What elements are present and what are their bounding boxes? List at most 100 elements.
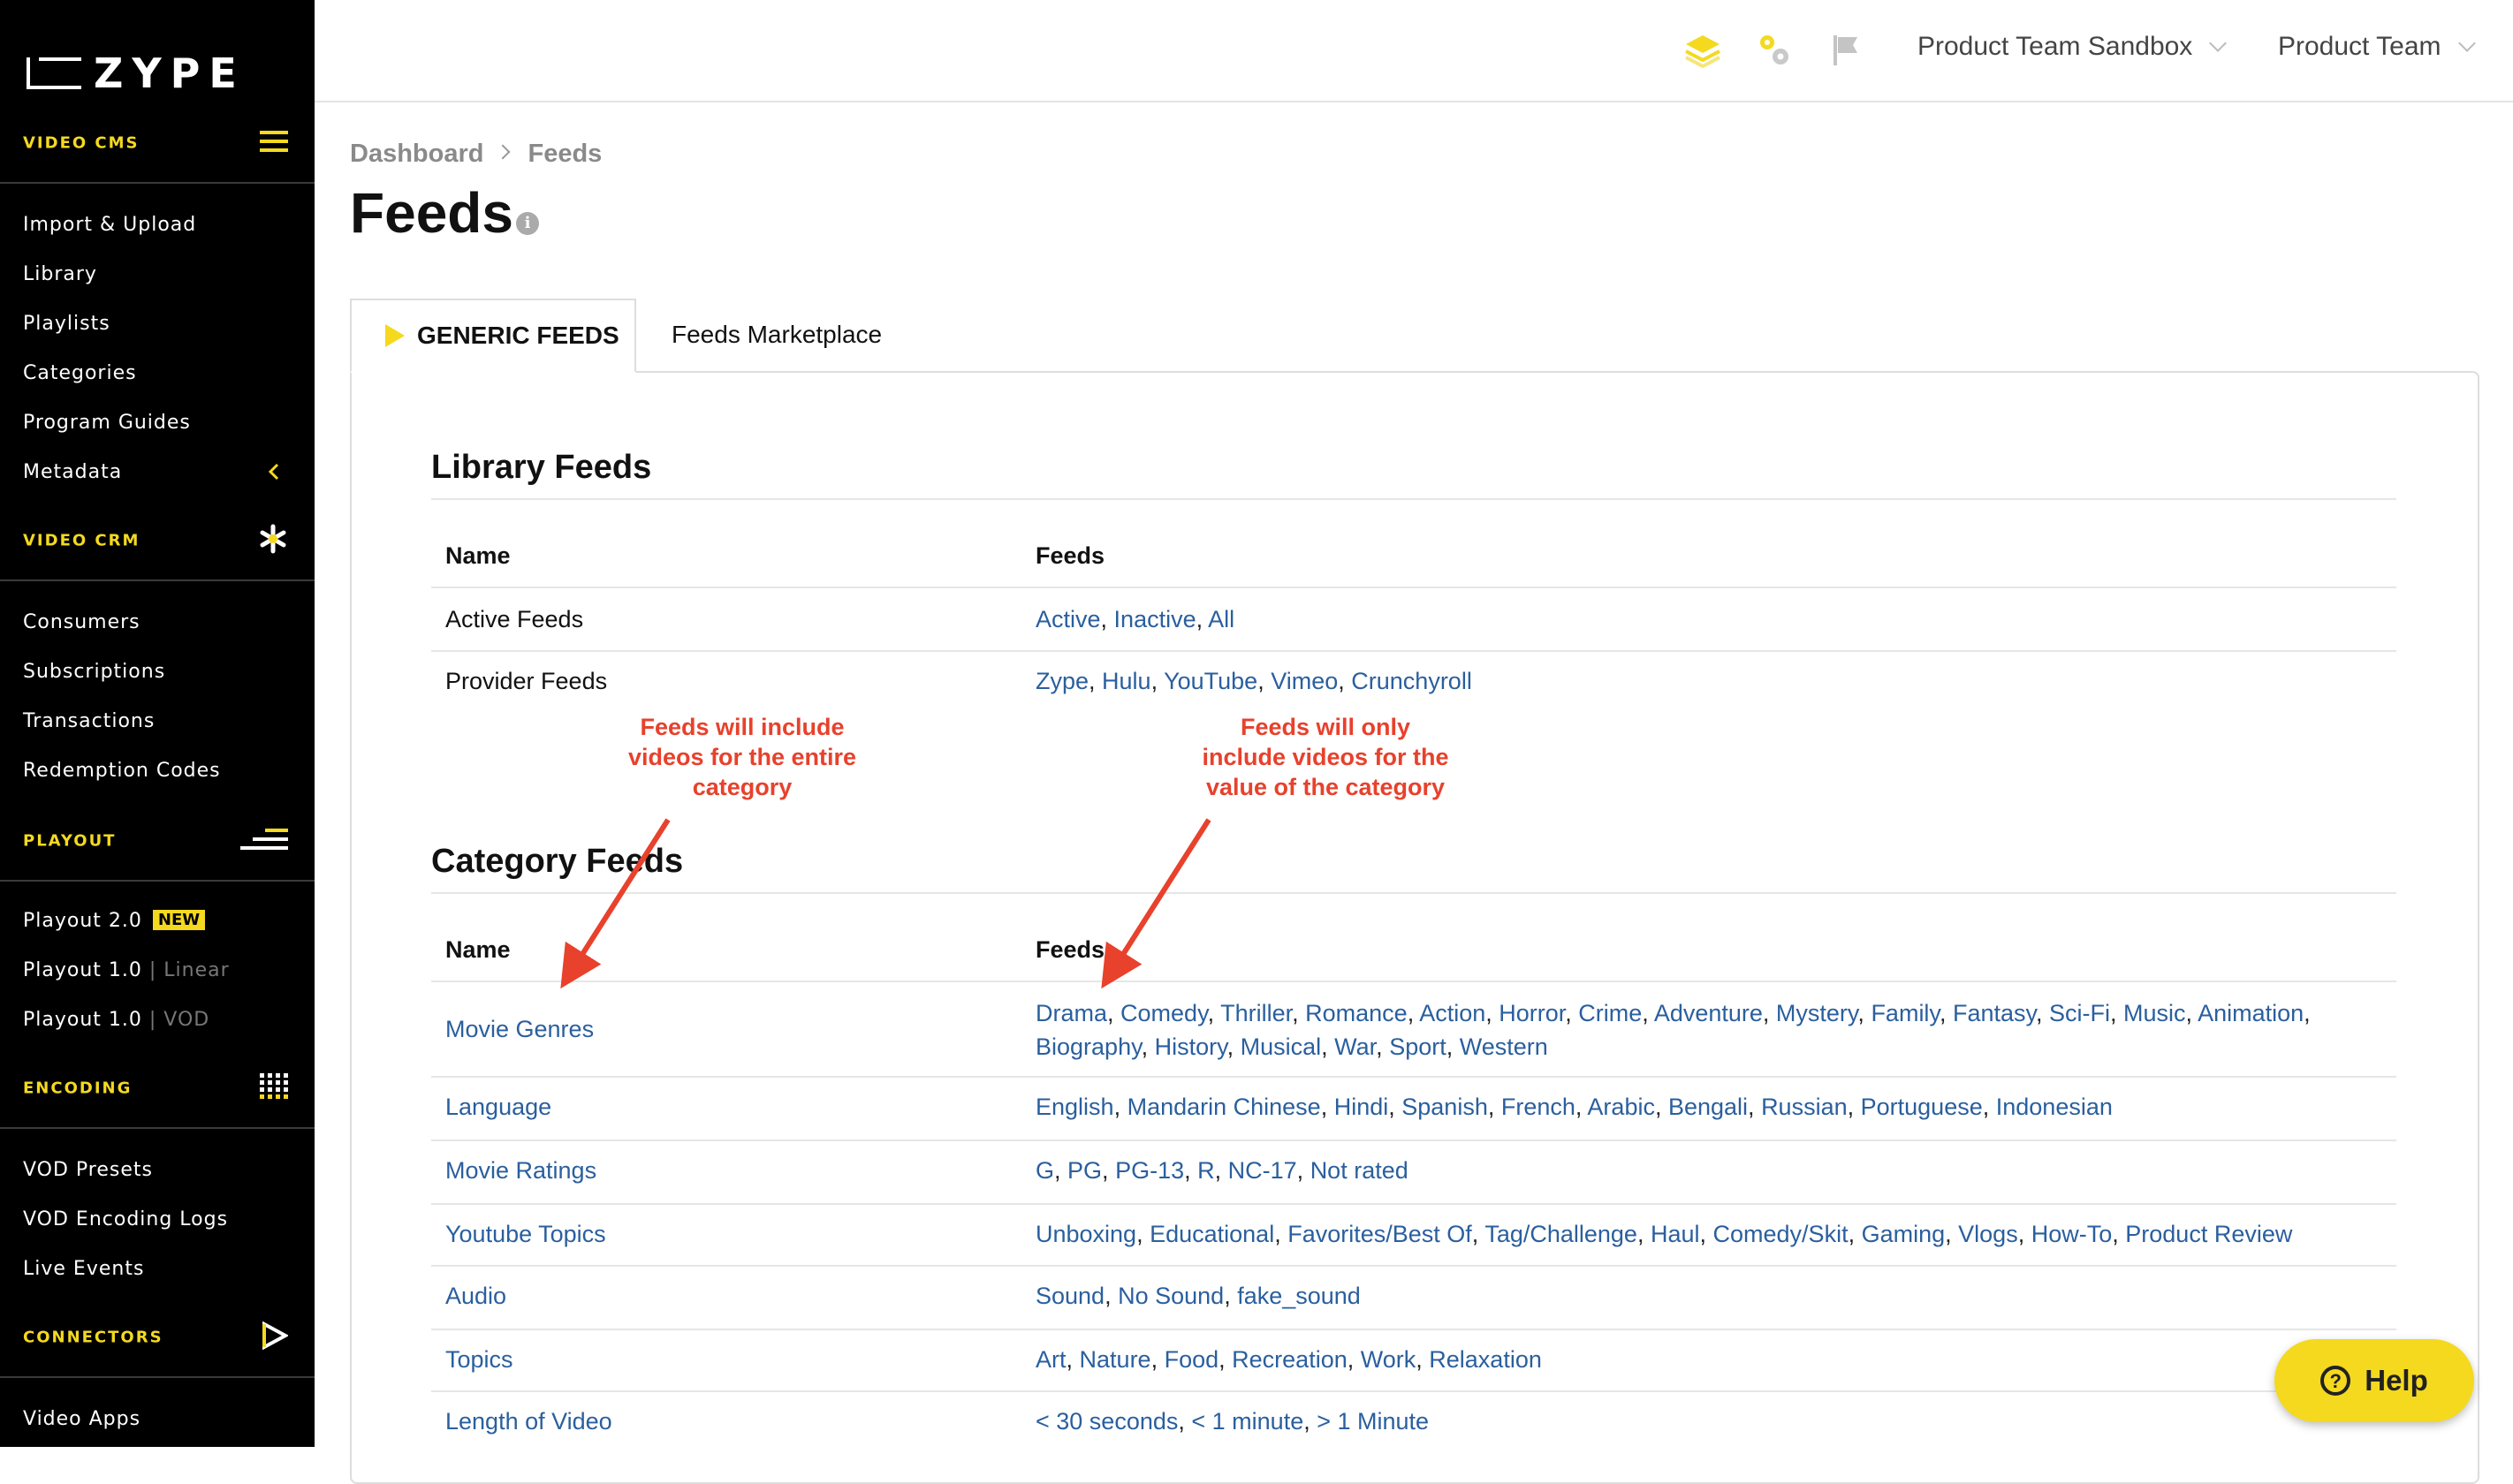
section-playout[interactable]: PLAYOUT xyxy=(0,802,315,882)
feed-link[interactable]: Romance xyxy=(1305,1000,1408,1026)
feed-link[interactable]: Hulu xyxy=(1102,668,1151,694)
feed-link[interactable]: Russian xyxy=(1761,1094,1848,1120)
sidebar-item-program-guides[interactable]: Program Guides xyxy=(23,412,191,434)
feed-link[interactable]: Favorites/Best Of xyxy=(1287,1221,1472,1247)
category-link-audio[interactable]: Audio xyxy=(445,1283,506,1310)
sidebar-item-metadata[interactable]: Metadata xyxy=(23,461,122,483)
feed-link[interactable]: Thriller xyxy=(1220,1000,1292,1026)
feed-link[interactable]: Sci-Fi xyxy=(2049,1000,2110,1026)
feed-link[interactable]: Food xyxy=(1165,1346,1219,1373)
help-button[interactable]: ? Help xyxy=(2274,1339,2474,1422)
sidebar-item-import-upload[interactable]: Import & Upload xyxy=(23,214,196,236)
feed-link[interactable]: NC-17 xyxy=(1228,1157,1297,1184)
feed-link[interactable]: Active xyxy=(1036,606,1101,632)
feed-link[interactable]: Adventure xyxy=(1654,1000,1763,1026)
feed-link[interactable]: Mandarin Chinese xyxy=(1127,1094,1321,1120)
feed-link[interactable]: Crunchyroll xyxy=(1351,668,1472,694)
feed-link[interactable]: > 1 Minute xyxy=(1317,1408,1429,1435)
feed-link[interactable]: R xyxy=(1197,1157,1215,1184)
feed-link[interactable]: All xyxy=(1208,606,1234,632)
feed-link[interactable]: Mystery xyxy=(1776,1000,1858,1026)
category-link-length-of-video[interactable]: Length of Video xyxy=(445,1408,612,1435)
feed-link[interactable]: English xyxy=(1036,1094,1114,1120)
chevron-left-icon[interactable] xyxy=(265,459,283,488)
feed-link[interactable]: How-To xyxy=(2031,1221,2113,1247)
section-video-cms[interactable]: VIDEO CMS xyxy=(0,104,315,184)
feed-link[interactable]: Unboxing xyxy=(1036,1221,1136,1247)
feed-link[interactable]: Arabic xyxy=(1587,1094,1655,1120)
feed-link[interactable]: Indonesian xyxy=(1996,1094,2113,1120)
feed-link[interactable]: Comedy/Skit xyxy=(1713,1221,1849,1247)
feed-link[interactable]: Not rated xyxy=(1310,1157,1408,1184)
category-link-youtube-topics[interactable]: Youtube Topics xyxy=(445,1221,606,1248)
feed-link[interactable]: < 30 seconds xyxy=(1036,1408,1178,1435)
category-link-topics[interactable]: Topics xyxy=(445,1346,513,1374)
tab-feeds-marketplace[interactable]: Feeds Marketplace xyxy=(636,299,919,373)
feed-link[interactable]: Relaxation xyxy=(1429,1346,1542,1373)
sidebar-item-consumers[interactable]: Consumers xyxy=(23,611,140,633)
feed-link[interactable]: Family xyxy=(1871,1000,1940,1026)
feed-link[interactable]: Action xyxy=(1419,1000,1485,1026)
section-video-crm[interactable]: VIDEO CRM xyxy=(0,502,315,581)
feed-link[interactable]: Portuguese xyxy=(1861,1094,1983,1120)
feed-link[interactable]: Tag/Challenge xyxy=(1484,1221,1637,1247)
sidebar-item-playout-2[interactable]: Playout 2.0 NEW xyxy=(23,910,206,932)
feed-link[interactable]: Nature xyxy=(1080,1346,1151,1373)
sidebar-item-live-events[interactable]: Live Events xyxy=(23,1258,144,1280)
layers-icon[interactable] xyxy=(1682,30,1723,71)
sidebar-item-library[interactable]: Library xyxy=(23,263,97,285)
category-link-movie-ratings[interactable]: Movie Ratings xyxy=(445,1157,596,1185)
feed-link[interactable]: Fantasy xyxy=(1953,1000,2036,1026)
zype-logo[interactable]: ZYPE xyxy=(27,49,246,97)
feed-link[interactable]: Vimeo xyxy=(1271,668,1338,694)
feed-link[interactable]: Educational xyxy=(1150,1221,1274,1247)
feed-link[interactable]: Horror xyxy=(1499,1000,1565,1026)
sidebar-item-transactions[interactable]: Transactions xyxy=(23,710,155,732)
feed-link[interactable]: History xyxy=(1155,1034,1227,1060)
feed-link[interactable]: Product Review xyxy=(2125,1221,2292,1247)
feed-link[interactable]: Haul xyxy=(1651,1221,1700,1247)
feed-link[interactable]: Spanish xyxy=(1401,1094,1488,1120)
category-link-language[interactable]: Language xyxy=(445,1094,551,1121)
feed-link[interactable]: Gaming xyxy=(1862,1221,1946,1247)
sidebar-item-video-apps[interactable]: Video Apps xyxy=(23,1408,140,1430)
breadcrumb-home[interactable]: Dashboard xyxy=(350,140,483,168)
gears-icon[interactable] xyxy=(1753,30,1794,71)
feed-link[interactable]: fake_sound xyxy=(1237,1283,1361,1309)
feed-link[interactable]: Drama xyxy=(1036,1000,1107,1026)
feed-link[interactable]: No Sound xyxy=(1118,1283,1224,1309)
feed-link[interactable]: Western xyxy=(1460,1034,1548,1060)
feed-link[interactable]: Vlogs xyxy=(1958,1221,2018,1247)
workspace-dropdown[interactable]: Product Team Sandbox xyxy=(1917,32,2228,62)
feed-link[interactable]: Musical xyxy=(1241,1034,1322,1060)
feed-link[interactable]: PG xyxy=(1067,1157,1102,1184)
info-icon[interactable]: i xyxy=(516,212,539,235)
sidebar-item-playout-1-linear[interactable]: Playout 1.0 | Linear xyxy=(23,959,230,981)
feed-link[interactable]: Zype xyxy=(1036,668,1089,694)
feed-link[interactable]: Hindi xyxy=(1334,1094,1389,1120)
hamburger-icon[interactable] xyxy=(260,129,288,157)
sidebar-item-subscriptions[interactable]: Subscriptions xyxy=(23,661,165,683)
section-connectors[interactable]: CONNECTORS xyxy=(0,1298,315,1378)
flag-icon[interactable] xyxy=(1826,30,1866,71)
feed-link[interactable]: Inactive xyxy=(1114,606,1196,632)
feed-link[interactable]: PG-13 xyxy=(1115,1157,1184,1184)
feed-link[interactable]: Recreation xyxy=(1232,1346,1348,1373)
feed-link[interactable]: Comedy xyxy=(1120,1000,1208,1026)
feed-link[interactable]: G xyxy=(1036,1157,1054,1184)
feed-link[interactable]: Animation xyxy=(2198,1000,2304,1026)
feed-link[interactable]: Music xyxy=(2123,1000,2186,1026)
feed-link[interactable]: War xyxy=(1334,1034,1376,1060)
feed-link[interactable]: Work xyxy=(1361,1346,1416,1373)
sidebar-item-redemption-codes[interactable]: Redemption Codes xyxy=(23,760,221,782)
feed-link[interactable]: Sport xyxy=(1389,1034,1446,1060)
feed-link[interactable]: Biography xyxy=(1036,1034,1142,1060)
feed-link[interactable]: YouTube xyxy=(1164,668,1257,694)
sidebar-item-vod-presets[interactable]: VOD Presets xyxy=(23,1159,153,1181)
feed-link[interactable]: Crime xyxy=(1578,1000,1642,1026)
category-link-movie-genres[interactable]: Movie Genres xyxy=(445,1016,594,1043)
sidebar-item-playlists[interactable]: Playlists xyxy=(23,313,110,335)
feed-link[interactable]: Bengali xyxy=(1668,1094,1748,1120)
feed-link[interactable]: Sound xyxy=(1036,1283,1105,1309)
sidebar-item-categories[interactable]: Categories xyxy=(23,362,137,384)
